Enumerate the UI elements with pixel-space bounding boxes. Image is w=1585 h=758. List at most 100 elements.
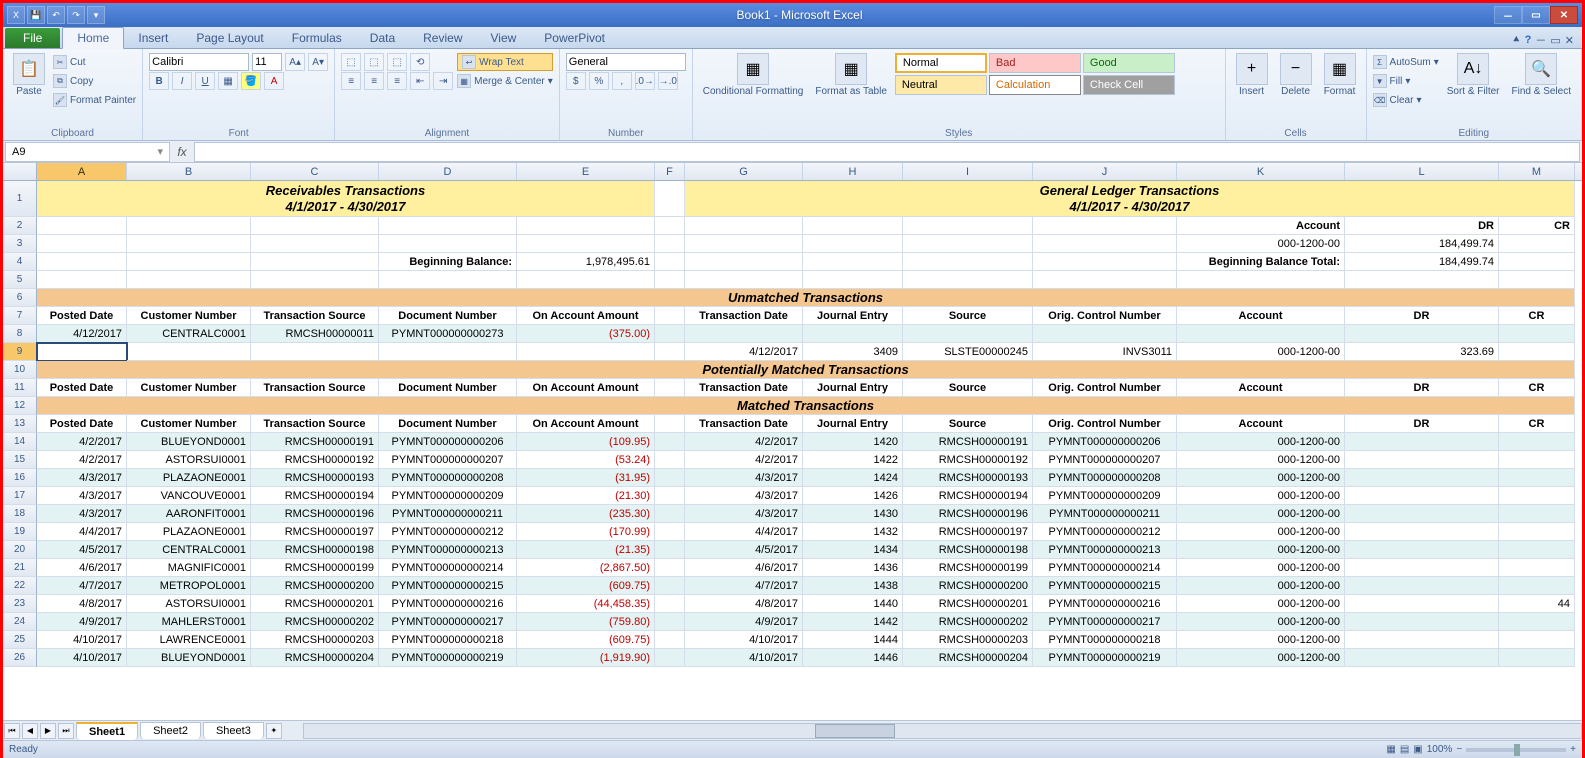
cell[interactable]: Journal Entry bbox=[803, 415, 903, 433]
cell[interactable] bbox=[251, 271, 379, 289]
cell[interactable] bbox=[127, 343, 251, 361]
format-cells-button[interactable]: ▦Format bbox=[1320, 51, 1360, 99]
cell[interactable]: RMCSH00000192 bbox=[903, 451, 1033, 469]
spreadsheet-grid[interactable]: A B C D E F G H I J K L M 1Receivables T… bbox=[3, 163, 1582, 711]
cell[interactable]: PYMNT000000000218 bbox=[1033, 631, 1177, 649]
col-header-J[interactable]: J bbox=[1033, 163, 1177, 180]
cell[interactable]: RMCSH00000196 bbox=[251, 505, 379, 523]
cell[interactable]: 184,499.74 bbox=[1345, 235, 1499, 253]
cell[interactable]: 000-1200-00 bbox=[1177, 451, 1345, 469]
col-header-C[interactable]: C bbox=[251, 163, 379, 180]
cell[interactable] bbox=[37, 271, 127, 289]
cell[interactable] bbox=[655, 271, 685, 289]
cell[interactable]: PYMNT000000000217 bbox=[379, 613, 517, 631]
col-header-A[interactable]: A bbox=[37, 163, 127, 180]
cell[interactable] bbox=[655, 379, 685, 397]
tab-formulas[interactable]: Formulas bbox=[278, 28, 356, 48]
cell[interactable]: RMCSH00000202 bbox=[251, 613, 379, 631]
cell[interactable]: 4/3/2017 bbox=[685, 505, 803, 523]
cell[interactable]: RMCSH00000202 bbox=[903, 613, 1033, 631]
style-calculation[interactable]: Calculation bbox=[989, 75, 1081, 95]
row-header[interactable]: 19 bbox=[3, 523, 37, 541]
cell[interactable] bbox=[803, 235, 903, 253]
sheet-nav-last-icon[interactable]: ⏭ bbox=[58, 723, 74, 739]
cell[interactable]: Transaction Source bbox=[251, 379, 379, 397]
cell[interactable] bbox=[1345, 487, 1499, 505]
tab-home[interactable]: Home bbox=[62, 27, 124, 49]
cell[interactable]: PYMNT000000000207 bbox=[379, 451, 517, 469]
cell[interactable]: 4/3/2017 bbox=[685, 487, 803, 505]
row-header[interactable]: 23 bbox=[3, 595, 37, 613]
row-header[interactable]: 24 bbox=[3, 613, 37, 631]
cell[interactable]: 1420 bbox=[803, 433, 903, 451]
cell[interactable]: RMCSH00000198 bbox=[903, 541, 1033, 559]
style-good[interactable]: Good bbox=[1083, 53, 1175, 73]
cell[interactable]: Source bbox=[903, 307, 1033, 325]
cell[interactable] bbox=[655, 235, 685, 253]
cell[interactable]: (2,867.50) bbox=[517, 559, 655, 577]
cell[interactable]: RMCSH00000200 bbox=[903, 577, 1033, 595]
cell[interactable]: RMCSH00000011 bbox=[251, 325, 379, 343]
cell[interactable] bbox=[903, 217, 1033, 235]
style-check-cell[interactable]: Check Cell bbox=[1083, 75, 1175, 95]
cell[interactable]: MAHLERST0001 bbox=[127, 613, 251, 631]
cell[interactable] bbox=[1345, 577, 1499, 595]
row-header[interactable]: 18 bbox=[3, 505, 37, 523]
cell[interactable] bbox=[1499, 325, 1575, 343]
window-restore-icon[interactable]: ▭ bbox=[1550, 34, 1560, 47]
cell[interactable]: PYMNT000000000215 bbox=[1033, 577, 1177, 595]
cell[interactable]: PYMNT000000000216 bbox=[1033, 595, 1177, 613]
cell[interactable]: CENTRALC0001 bbox=[127, 325, 251, 343]
cell[interactable]: 4/3/2017 bbox=[37, 487, 127, 505]
font-name-select[interactable] bbox=[149, 53, 249, 71]
row-header[interactable]: 14 bbox=[3, 433, 37, 451]
cell[interactable] bbox=[685, 253, 803, 271]
format-painter-button[interactable]: 🖌Format Painter bbox=[53, 91, 136, 109]
cell[interactable]: 323.69 bbox=[1345, 343, 1499, 361]
cell[interactable]: (21.30) bbox=[517, 487, 655, 505]
row-header[interactable]: 22 bbox=[3, 577, 37, 595]
percent-icon[interactable]: % bbox=[589, 72, 609, 90]
cell[interactable]: 000-1200-00 bbox=[1177, 505, 1345, 523]
col-header-M[interactable]: M bbox=[1499, 163, 1575, 180]
cell[interactable] bbox=[251, 343, 379, 361]
col-header-D[interactable]: D bbox=[379, 163, 517, 180]
cell[interactable]: PYMNT000000000208 bbox=[1033, 469, 1177, 487]
italic-button[interactable]: I bbox=[172, 72, 192, 90]
align-right-icon[interactable]: ≡ bbox=[387, 72, 407, 90]
minimize-button[interactable]: － bbox=[1494, 6, 1522, 24]
cell[interactable]: Transaction Date bbox=[685, 415, 803, 433]
cell[interactable]: 1,978,495.61 bbox=[517, 253, 655, 271]
cell[interactable] bbox=[37, 343, 127, 361]
cell[interactable]: 000-1200-00 bbox=[1177, 487, 1345, 505]
col-header-K[interactable]: K bbox=[1177, 163, 1345, 180]
cell[interactable] bbox=[1499, 613, 1575, 631]
col-header-E[interactable]: E bbox=[517, 163, 655, 180]
increase-decimal-icon[interactable]: .0→ bbox=[635, 72, 655, 90]
cell[interactable] bbox=[251, 253, 379, 271]
border-button[interactable]: ▦ bbox=[218, 72, 238, 90]
cell[interactable] bbox=[517, 235, 655, 253]
cell[interactable]: PYMNT000000000273 bbox=[379, 325, 517, 343]
cell[interactable] bbox=[1499, 559, 1575, 577]
cell[interactable] bbox=[1499, 577, 1575, 595]
cell[interactable]: PYMNT000000000219 bbox=[1033, 649, 1177, 667]
cell[interactable] bbox=[1345, 469, 1499, 487]
cell[interactable]: Customer Number bbox=[127, 379, 251, 397]
tab-powerpivot[interactable]: PowerPivot bbox=[530, 28, 619, 48]
cell[interactable] bbox=[1345, 325, 1499, 343]
cell[interactable]: 4/3/2017 bbox=[685, 469, 803, 487]
cell[interactable]: PYMNT000000000213 bbox=[379, 541, 517, 559]
sheet-tab-1[interactable]: Sheet1 bbox=[76, 722, 138, 740]
cell[interactable]: 1432 bbox=[803, 523, 903, 541]
cell[interactable] bbox=[655, 541, 685, 559]
cell[interactable]: LAWRENCE0001 bbox=[127, 631, 251, 649]
cell[interactable]: 4/2/2017 bbox=[685, 451, 803, 469]
merge-center-button[interactable]: ▦Merge & Center ▾ bbox=[457, 72, 553, 90]
cell[interactable]: RMCSH00000201 bbox=[903, 595, 1033, 613]
bold-button[interactable]: B bbox=[149, 72, 169, 90]
cell[interactable] bbox=[379, 235, 517, 253]
cell[interactable] bbox=[127, 271, 251, 289]
cell[interactable]: DR bbox=[1345, 217, 1499, 235]
cell[interactable]: PYMNT000000000209 bbox=[379, 487, 517, 505]
